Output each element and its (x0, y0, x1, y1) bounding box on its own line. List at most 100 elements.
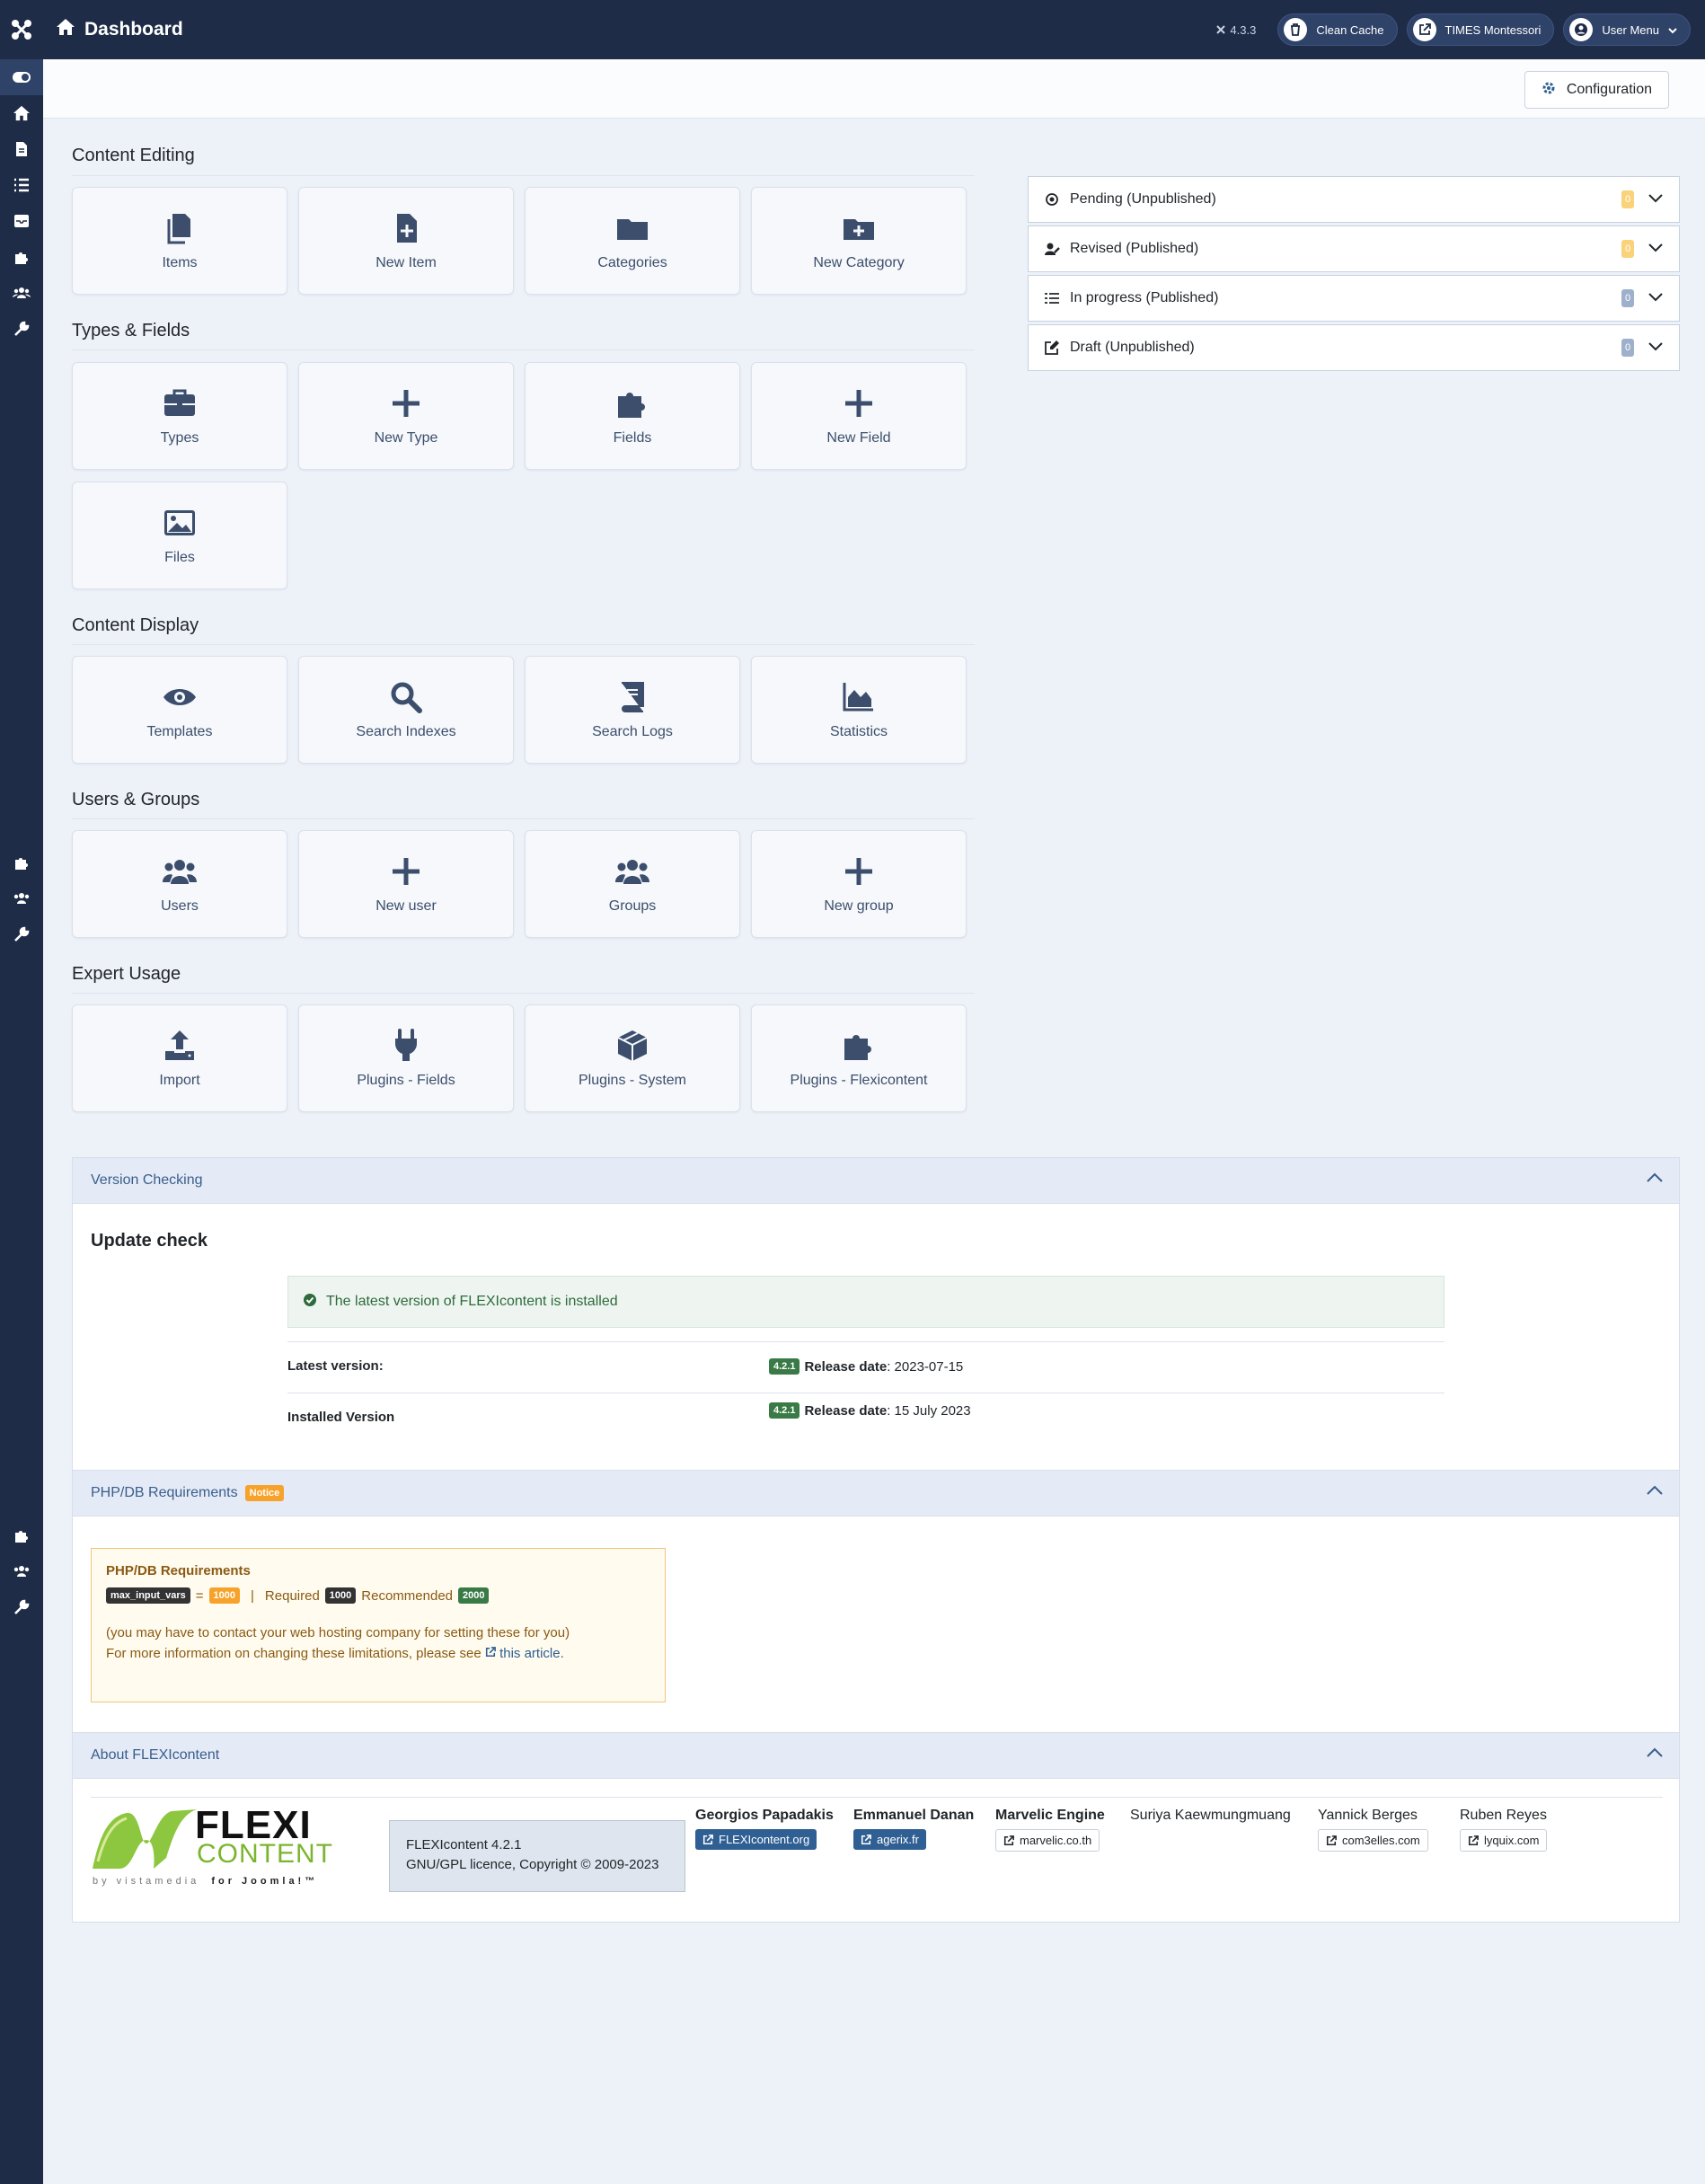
logo-sub-vistamedia: by vistamedia (93, 1876, 200, 1887)
toggle-menu-icon[interactable] (0, 59, 43, 95)
tile-new-group[interactable]: New group (751, 830, 967, 938)
credit-link-button[interactable]: marvelic.co.th (995, 1829, 1100, 1852)
tile-label: Groups (608, 898, 657, 914)
credit-link-button[interactable]: lyquix.com (1460, 1829, 1548, 1852)
panel-heading: About FLEXIcontent (91, 1747, 220, 1763)
tile-label: Plugins - Fields (357, 1073, 455, 1088)
tile-fields[interactable]: Fields (525, 362, 740, 470)
chevron-down-icon (1648, 241, 1663, 257)
credit-link-button[interactable]: FLEXIcontent.org (695, 1829, 817, 1850)
site-link-button[interactable]: TIMES Montessori (1406, 13, 1555, 46)
tile-new-user[interactable]: New user (298, 830, 514, 938)
tile-import[interactable]: Import (72, 1004, 287, 1112)
tile-new-field[interactable]: New Field (751, 362, 967, 470)
sidebar-home-icon[interactable] (0, 95, 43, 131)
tile-plugins-flexicontent[interactable]: Plugins - Flexicontent (751, 1004, 967, 1112)
sidebar-inbox-icon[interactable] (0, 203, 43, 239)
puzzle-icon (618, 393, 645, 418)
notice-badge: Notice (244, 1485, 285, 1501)
circle-dot-icon (1045, 192, 1065, 207)
tile-items[interactable]: Items (72, 187, 287, 295)
success-message: The latest version of FLEXIcontent is in… (326, 1294, 618, 1309)
briefcase-icon (164, 389, 195, 416)
article-link[interactable]: this article. (485, 1646, 564, 1661)
sidebar-users-icon[interactable] (0, 275, 43, 311)
user-menu-button[interactable]: User Menu (1563, 13, 1691, 46)
required-label: Required (264, 1587, 320, 1604)
top-header: Dashboard 4.3.3 Clean Cache TIMES Montes… (0, 0, 1705, 59)
credit-link-text: agerix.fr (877, 1833, 919, 1846)
sidebar-puzzle-icon-3[interactable] (0, 1517, 43, 1553)
sidebar-wrench-icon-2[interactable] (0, 916, 43, 952)
tile-templates[interactable]: Templates (72, 656, 287, 764)
tile-search-logs[interactable]: Search Logs (525, 656, 740, 764)
sidebar-users-icon-2[interactable] (0, 880, 43, 916)
status-draft[interactable]: Draft (Unpublished) 0 (1028, 324, 1680, 371)
credit-suriya: Suriya Kaewmungmuang (1130, 1808, 1291, 1829)
release-date: : 15 July 2023 (887, 1402, 971, 1419)
tile-new-type[interactable]: New Type (298, 362, 514, 470)
more-info-text: For more information on changing these l… (106, 1646, 481, 1661)
panel-heading: Version Checking (91, 1172, 203, 1188)
divider (91, 1797, 1663, 1798)
tile-users[interactable]: Users (72, 830, 287, 938)
status-in-progress[interactable]: In progress (Published) 0 (1028, 275, 1680, 322)
tile-plugins-fields[interactable]: Plugins - Fields (298, 1004, 514, 1112)
credit-link-button[interactable]: com3elles.com (1318, 1829, 1428, 1852)
tile-groups[interactable]: Groups (525, 830, 740, 938)
requirements-note: (you may have to contact your web hostin… (106, 1625, 570, 1640)
status-label: In progress (Published) (1070, 290, 1219, 305)
requirements-header[interactable]: PHP/DB Requirements Notice (72, 1470, 1680, 1516)
version-checking-body: Update check The latest version of FLEXI… (72, 1204, 1680, 1470)
tile-files[interactable]: Files (72, 482, 287, 589)
edit-icon (1045, 340, 1065, 355)
tile-label: Plugins - Flexicontent (790, 1073, 928, 1088)
sidebar-puzzle-icon-2[interactable] (0, 844, 43, 880)
plus-icon (393, 858, 420, 885)
sidebar-file-icon[interactable] (0, 131, 43, 167)
sidebar-list-icon[interactable] (0, 167, 43, 203)
sidebar (0, 59, 43, 2184)
requirements-values: max_input_vars = 1000 | Required 1000 Re… (106, 1587, 650, 1604)
area-chart-icon (843, 683, 873, 712)
divider (72, 349, 975, 350)
tile-plugins-system[interactable]: Plugins - System (525, 1004, 740, 1112)
logo-subtitle: by vistamedia for Joomla!™ (93, 1876, 318, 1887)
tile-categories[interactable]: Categories (525, 187, 740, 295)
chevron-down-icon (1648, 191, 1663, 208)
sidebar-wrench-icon-3[interactable] (0, 1589, 43, 1625)
tile-types[interactable]: Types (72, 362, 287, 470)
tile-new-item[interactable]: New Item (298, 187, 514, 295)
status-revised[interactable]: Revised (Published) 0 (1028, 225, 1680, 272)
credit-name: Emmanuel Danan (853, 1808, 975, 1823)
chevron-up-icon (1647, 1746, 1663, 1763)
tile-label: Files (164, 550, 195, 565)
eye-icon (163, 689, 196, 705)
status-pending[interactable]: Pending (Unpublished) 0 (1028, 176, 1680, 223)
tile-search-indexes[interactable]: Search Indexes (298, 656, 514, 764)
credit-link-button[interactable]: agerix.fr (853, 1829, 926, 1850)
about-header[interactable]: About FLEXIcontent (72, 1732, 1680, 1779)
requirements-box-title: PHP/DB Requirements (106, 1563, 251, 1578)
tile-label: Search Indexes (356, 724, 456, 739)
credit-emmanuel: Emmanuel Danan agerix.fr (853, 1808, 974, 1850)
sidebar-puzzle-icon[interactable] (0, 239, 43, 275)
tile-label: Statistics (829, 724, 888, 739)
puzzle-icon (844, 1035, 871, 1060)
version-checking-header[interactable]: Version Checking (72, 1157, 1680, 1204)
equals-sign: = (195, 1587, 204, 1604)
image-icon (164, 510, 195, 535)
tile-statistics[interactable]: Statistics (751, 656, 967, 764)
separator: | (251, 1587, 254, 1604)
sidebar-wrench-icon[interactable] (0, 311, 43, 347)
sidebar-users-icon-3[interactable] (0, 1553, 43, 1589)
configuration-button[interactable]: Configuration (1524, 71, 1669, 109)
joomla-logo-icon[interactable] (0, 0, 43, 59)
tile-new-category[interactable]: New Category (751, 187, 967, 295)
tile-label: New user (375, 898, 437, 914)
toolbar: Configuration (43, 59, 1705, 119)
logo-word-content: CONTENT (197, 1839, 333, 1869)
required-value-badge: 1000 (324, 1587, 357, 1604)
clean-cache-button[interactable]: Clean Cache (1277, 13, 1398, 46)
joomla-small-icon (1216, 25, 1226, 34)
